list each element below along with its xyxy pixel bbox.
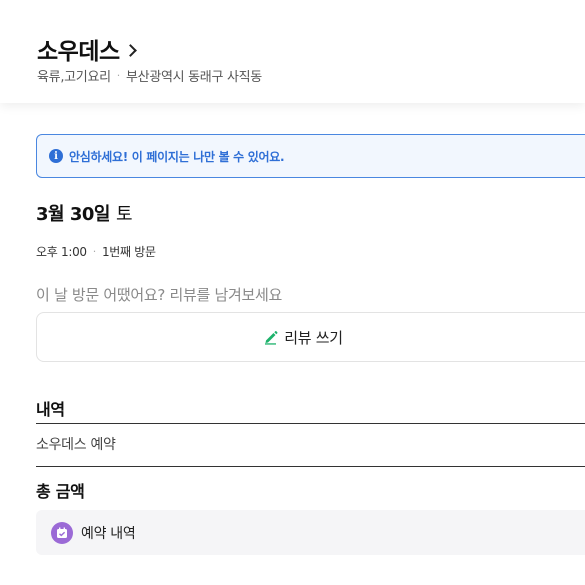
write-review-label: 리뷰 쓰기 — [284, 328, 343, 347]
visit-date: 3월 30일 토 — [36, 200, 133, 226]
place-category: 육류,고기요리 — [37, 70, 111, 85]
separator-dot: · — [116, 69, 121, 82]
visit-month-day: 3월 30일 — [36, 204, 110, 225]
visit-time: 오후 1:00 — [36, 245, 87, 259]
info-icon: i — [49, 149, 63, 163]
place-address: 부산광역시 동래구 사직동 — [126, 70, 262, 85]
review-prompt: 이 날 방문 어땠어요? 리뷰를 남겨보세요 — [36, 286, 283, 304]
details-title: 내역 — [36, 400, 65, 419]
divider — [36, 466, 585, 467]
calendar-check-icon — [51, 521, 73, 544]
booking-history-label: 예약 내역 — [81, 525, 136, 542]
privacy-notice: i 안심하세요! 이 페이지는 나만 볼 수 있어요. — [36, 134, 585, 178]
visit-meta: 오후 1:00 · 1번째 방문 — [36, 243, 156, 260]
place-title-link[interactable]: 소우데스 — [37, 32, 137, 66]
total-amount-title: 총 금액 — [36, 482, 85, 501]
visit-count: 1번째 방문 — [101, 245, 156, 259]
divider — [36, 423, 585, 424]
details-item: 소우데스 예약 — [36, 437, 116, 453]
privacy-notice-text: 안심하세요! 이 페이지는 나만 볼 수 있어요. — [69, 149, 285, 164]
visit-day-of-week: 토 — [115, 204, 133, 225]
write-review-button[interactable]: 리뷰 쓰기 — [36, 312, 585, 362]
booking-history-link[interactable]: 예약 내역 — [36, 510, 585, 555]
place-name: 소우데스 — [37, 39, 120, 65]
chevron-right-icon — [123, 43, 137, 57]
place-header: 소우데스 육류,고기요리 · 부산광역시 동래구 사직동 — [0, 0, 585, 103]
separator-dot: · — [92, 245, 97, 258]
pencil-icon — [265, 331, 278, 345]
place-meta: 육류,고기요리 · 부산광역시 동래구 사직동 — [37, 66, 262, 85]
